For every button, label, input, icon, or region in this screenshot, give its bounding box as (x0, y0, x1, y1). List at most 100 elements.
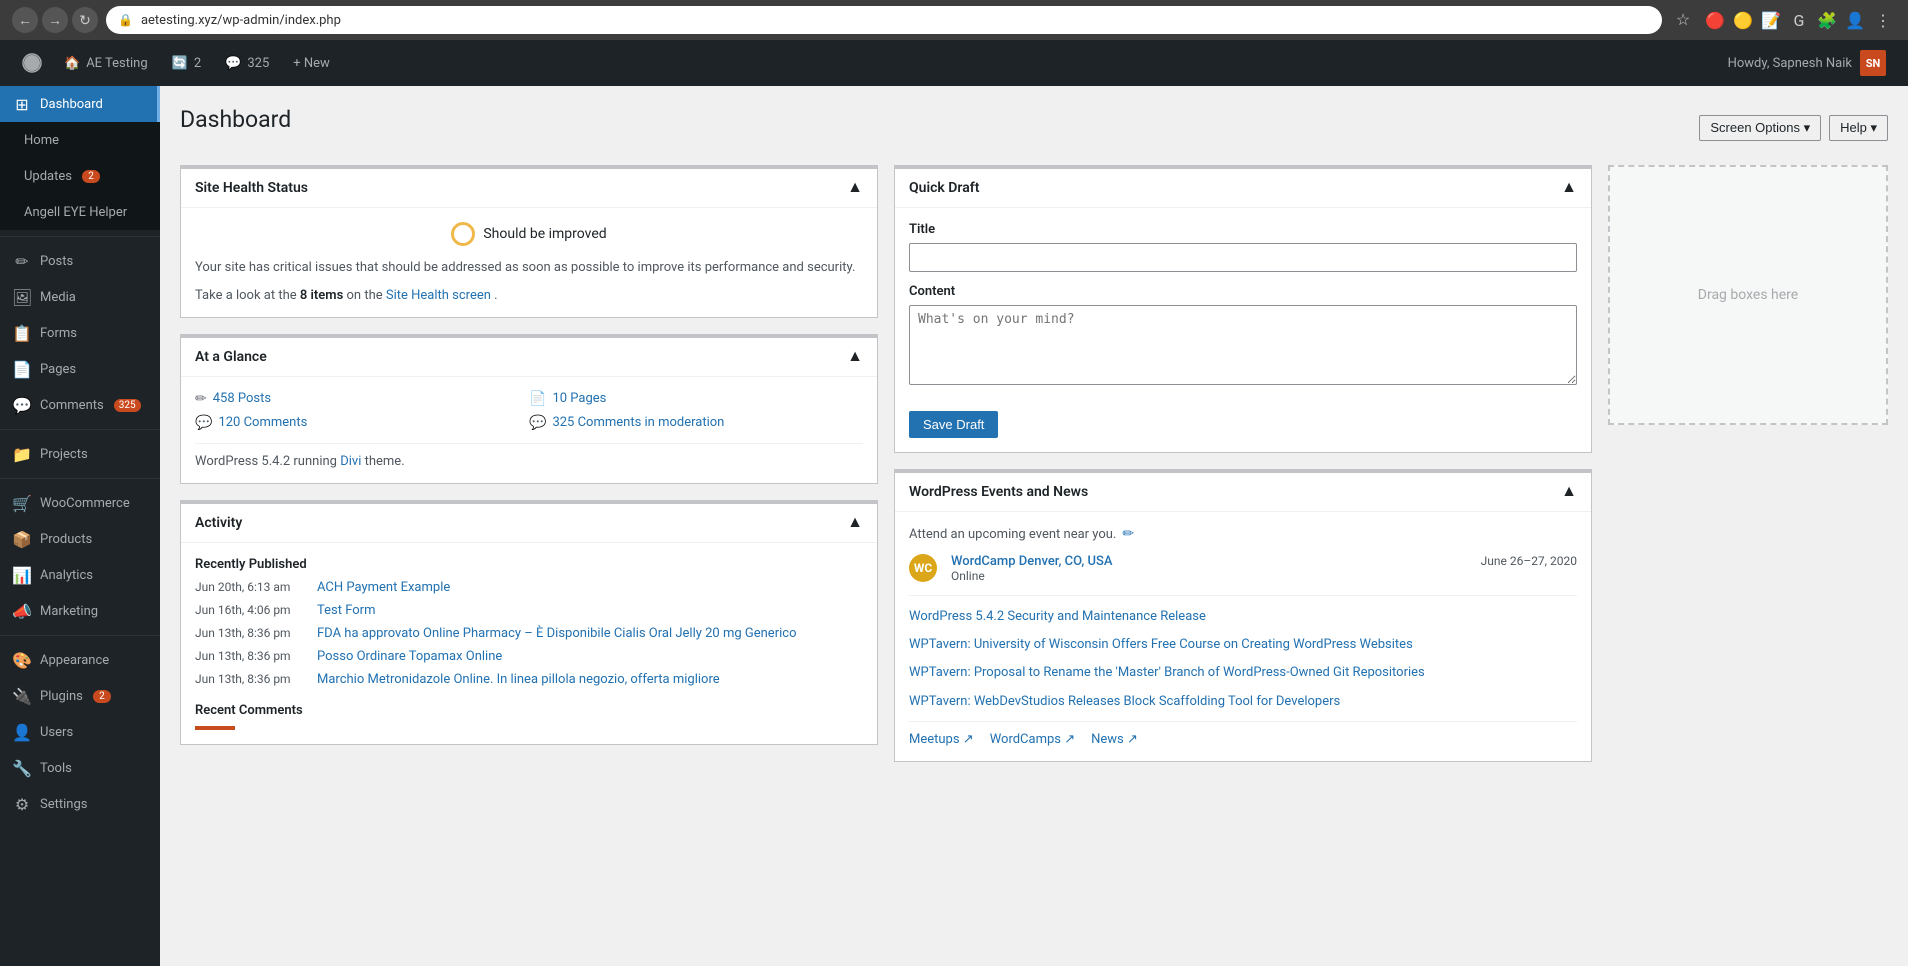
sidebar-item-forms[interactable]: 📋 Forms (0, 315, 160, 351)
wp-events-toggle[interactable]: ▲ (1561, 483, 1577, 501)
activity-toggle[interactable]: ▲ (847, 514, 863, 532)
updates-icon: 🔄 (172, 56, 188, 71)
meetups-link[interactable]: Meetups ↗ (909, 732, 974, 747)
list-item[interactable]: WPTavern: University of Wisconsin Offers… (909, 636, 1577, 654)
activity-item-link[interactable]: Posso Ordinare Topamax Online (317, 649, 502, 664)
forward-button[interactable]: → (42, 7, 68, 33)
admin-bar-new[interactable]: + New (281, 40, 342, 86)
sidebar-item-posts[interactable]: ✏ Posts (0, 243, 160, 279)
refresh-button[interactable]: ↻ (72, 7, 98, 33)
activity-item-link[interactable]: FDA ha approvato Online Pharmacy – È Dis… (317, 626, 796, 641)
activity-item-link[interactable]: Test Form (317, 603, 375, 618)
sidebar-label-posts: Posts (40, 254, 73, 269)
page-title: Dashboard (180, 106, 291, 133)
sidebar-item-updates[interactable]: Updates 2 (0, 158, 160, 194)
quick-draft-toggle[interactable]: ▲ (1561, 179, 1577, 197)
ext-icon-3[interactable]: 📝 (1758, 7, 1784, 33)
at-glance-comments: 💬 120 Comments (195, 415, 529, 431)
ext-icon-2[interactable]: 🟡 (1730, 7, 1756, 33)
site-health-toggle[interactable]: ▲ (847, 179, 863, 197)
admin-bar-updates[interactable]: 🔄 2 (160, 40, 214, 86)
admin-bar-site[interactable]: 🏠 AE Testing (52, 40, 160, 86)
news-link[interactable]: News ↗ (1091, 732, 1138, 747)
sidebar-item-projects[interactable]: 📁 Projects (0, 436, 160, 472)
sidebar-item-tools[interactable]: 🔧 Tools (0, 750, 160, 786)
sidebar-item-analytics[interactable]: 📊 Analytics (0, 557, 160, 593)
comments-glance-link[interactable]: 120 Comments (218, 415, 307, 430)
activity-item-date: Jun 13th, 8:36 pm (195, 649, 305, 663)
admin-bar-comments[interactable]: 💬 325 (213, 40, 281, 86)
event-details: WordCamp Denver, CO, USA Online (951, 554, 1481, 583)
sidebar-item-dashboard[interactable]: ⊞ Dashboard (0, 86, 160, 122)
theme-link[interactable]: Divi (340, 454, 361, 469)
menu-button[interactable]: ⋮ (1870, 7, 1896, 33)
edit-location-icon[interactable]: ✏ (1122, 526, 1134, 542)
activity-title: Activity (195, 515, 242, 531)
sidebar-label-updates: Updates (24, 169, 72, 184)
main-content: Dashboard Screen Options ▾ Help ▾ (160, 86, 1908, 966)
list-item: Jun 13th, 8:36 pm Posso Ordinare Topamax… (195, 649, 863, 664)
activity-item-link[interactable]: ACH Payment Example (317, 580, 450, 595)
sidebar-item-marketing[interactable]: 📣 Marketing (0, 593, 160, 629)
items-text-post: . (494, 288, 497, 303)
address-bar[interactable]: 🔒 aetesting.xyz/wp-admin/index.php (106, 6, 1662, 34)
wp-logo[interactable] (12, 40, 52, 86)
activity-widget: Activity ▲ Recently Published Jun 20th, … (180, 500, 878, 745)
title-input[interactable] (909, 243, 1577, 272)
sidebar-item-comments[interactable]: 💬 Comments 325 (0, 387, 160, 423)
help-button[interactable]: Help ▾ (1829, 115, 1888, 141)
content-textarea[interactable] (909, 305, 1577, 385)
site-health-description: Your site has critical issues that shoul… (195, 258, 863, 278)
site-health-status: Should be improved (195, 222, 863, 246)
sidebar-label-projects: Projects (40, 447, 88, 462)
event-name-link[interactable]: WordCamp Denver, CO, USA (951, 554, 1113, 569)
wordcamps-link[interactable]: WordCamps ↗ (990, 732, 1075, 747)
ext-icon-1[interactable]: 🔴 (1702, 7, 1728, 33)
sidebar-item-products[interactable]: 📦 Products (0, 521, 160, 557)
site-health-status-label: Should be improved (483, 226, 606, 242)
activity-item-link[interactable]: Marchio Metronidazole Online. In linea p… (317, 672, 720, 687)
recently-published-title: Recently Published (195, 557, 863, 572)
media-icon: 🖼 (12, 288, 32, 307)
sidebar-item-home[interactable]: Home (0, 122, 160, 158)
back-button[interactable]: ← (12, 7, 38, 33)
posts-glance-link[interactable]: 458 Posts (213, 391, 271, 406)
at-glance-footer: WordPress 5.4.2 running Divi theme. (195, 443, 863, 469)
sidebar-item-settings[interactable]: ⚙ Settings (0, 786, 160, 822)
list-item[interactable]: WPTavern: Proposal to Rename the 'Master… (909, 664, 1577, 682)
plugins-badge: 2 (93, 690, 111, 703)
updates-badge: 2 (82, 170, 100, 183)
theme-text: theme. (365, 454, 405, 469)
admin-bar-howdy[interactable]: Howdy, Sapnesh Naik SN (1718, 50, 1896, 76)
ext-icon-4[interactable]: G (1786, 7, 1812, 33)
list-item[interactable]: WPTavern: WebDevStudios Releases Block S… (909, 693, 1577, 711)
sidebar-item-pages[interactable]: 📄 Pages (0, 351, 160, 387)
action-bar: Screen Options ▾ Help ▾ (1699, 115, 1888, 141)
ext-icon-6[interactable]: 👤 (1842, 7, 1868, 33)
sidebar: ⊞ Dashboard Home Updates 2 Angell EYE He… (0, 86, 160, 966)
sidebar-item-appearance[interactable]: 🎨 Appearance (0, 642, 160, 678)
sidebar-label-analytics: Analytics (40, 568, 93, 583)
sidebar-item-angell[interactable]: Angell EYE Helper (0, 194, 160, 230)
screen-options-button[interactable]: Screen Options ▾ (1699, 115, 1821, 141)
sidebar-item-woocommerce[interactable]: 🛒 WooCommerce (0, 485, 160, 521)
list-item: Jun 13th, 8:36 pm FDA ha approvato Onlin… (195, 626, 863, 641)
sidebar-item-plugins[interactable]: 🔌 Plugins 2 (0, 678, 160, 714)
quick-draft-header: Quick Draft ▲ (895, 169, 1591, 208)
bookmark-button[interactable]: ☆ (1670, 7, 1696, 33)
comments-mod-glance-link[interactable]: 325 Comments in moderation (552, 415, 724, 430)
settings-icon: ⚙ (12, 795, 32, 814)
comments-mod-glance-icon: 💬 (529, 415, 546, 431)
activity-item-date: Jun 16th, 4:06 pm (195, 603, 305, 617)
list-item[interactable]: WordPress 5.4.2 Security and Maintenance… (909, 608, 1577, 626)
users-icon: 👤 (12, 723, 32, 742)
save-draft-button[interactable]: Save Draft (909, 411, 998, 438)
appearance-icon: 🎨 (12, 651, 32, 670)
sidebar-item-users[interactable]: 👤 Users (0, 714, 160, 750)
woocommerce-icon: 🛒 (12, 494, 32, 513)
pages-glance-link[interactable]: 10 Pages (552, 391, 606, 406)
at-glance-toggle[interactable]: ▲ (847, 348, 863, 366)
ext-icon-5[interactable]: 🧩 (1814, 7, 1840, 33)
site-health-screen-link[interactable]: Site Health screen (386, 288, 491, 303)
sidebar-item-media[interactable]: 🖼 Media (0, 279, 160, 315)
